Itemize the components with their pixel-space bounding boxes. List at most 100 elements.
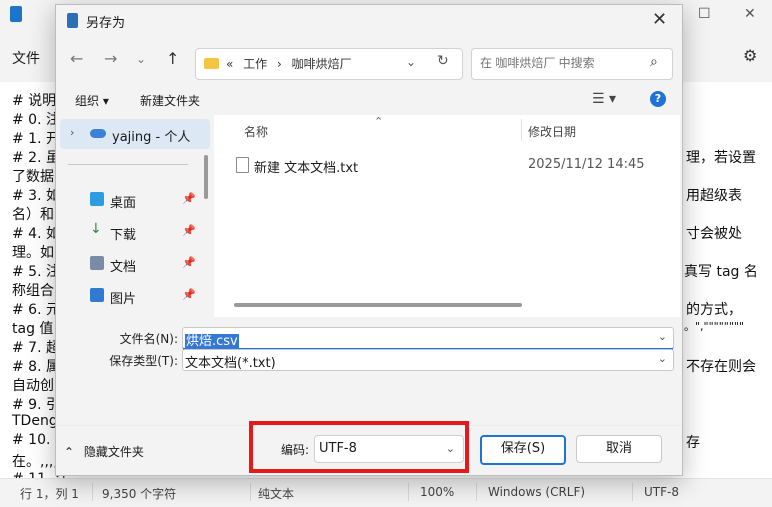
- editor-fragment: 不存在则会: [686, 359, 756, 375]
- breadcrumb-work[interactable]: 工作: [243, 57, 267, 71]
- breadcrumb-separator: ›: [277, 57, 282, 71]
- download-icon: ↓: [90, 221, 102, 237]
- breadcrumb-overflow[interactable]: «: [226, 57, 233, 71]
- editor-line: 名）和: [12, 207, 54, 223]
- expand-chevron-icon[interactable]: ›: [70, 126, 74, 139]
- nav-item-label: 桌面: [110, 196, 137, 211]
- back-arrow-icon[interactable]: ←: [70, 49, 83, 68]
- editor-line: 称组合: [12, 283, 54, 299]
- editor-fragment: 寸会被处: [686, 226, 742, 242]
- collapse-chevron-icon: ⌃: [64, 445, 75, 459]
- status-char-count: 9,350 个字符: [102, 487, 177, 501]
- column-header-name[interactable]: 名称: [244, 123, 268, 140]
- status-position: 行 1，列 1: [20, 487, 79, 501]
- settings-gear-icon[interactable]: ⚙: [743, 46, 757, 65]
- filename-label: 文件名(N):: [119, 332, 178, 346]
- status-line-ending: Windows (CRLF): [488, 485, 586, 499]
- column-header-date[interactable]: 修改日期: [528, 123, 576, 140]
- file-row[interactable]: 新建 文本文档.txt 2025/11/12 14:45: [228, 153, 668, 177]
- document-icon: [90, 256, 104, 270]
- filetype-select[interactable]: 文本文档(*.txt) ⌄: [182, 349, 674, 371]
- text-file-icon: [236, 157, 249, 173]
- notepad-small-icon: [67, 13, 78, 28]
- editor-line: # 3. 如: [12, 188, 60, 204]
- nav-divider: [68, 164, 188, 165]
- filename-value: 烘焙.csv: [185, 334, 239, 349]
- nav-item-label: yajing - 个人: [112, 130, 191, 145]
- editor-line: 理。如: [12, 245, 54, 261]
- folder-icon: [204, 58, 219, 69]
- new-folder-button[interactable]: 新建文件夹: [140, 92, 200, 109]
- breadcrumb-coffee-roastery[interactable]: 咖啡烘焙厂: [292, 57, 352, 71]
- editor-line: # 5. 注: [12, 264, 60, 280]
- pin-icon: 📌: [182, 224, 196, 237]
- editor-line: # 说明: [12, 93, 57, 109]
- up-arrow-icon[interactable]: ↑: [166, 49, 179, 68]
- nav-item-documents[interactable]: 文档 📌: [60, 251, 210, 277]
- organize-button[interactable]: 组织 ▾: [75, 92, 109, 109]
- status-zoom: 100%: [420, 485, 455, 499]
- dialog-toolbar: 组织 ▾ 新建文件夹 ☰ ▾ ?: [56, 85, 682, 115]
- file-date: 2025/11/12 14:45: [528, 157, 645, 172]
- maximize-icon[interactable]: ☐: [698, 6, 711, 22]
- search-input[interactable]: [478, 55, 642, 71]
- forward-arrow-icon[interactable]: →: [104, 49, 117, 68]
- editor-line: 了数据: [12, 169, 54, 185]
- dialog-titlebar: 另存为 ✕: [56, 5, 682, 37]
- editor-line: # 2. 虽: [12, 150, 60, 166]
- editor-line: # 1. 开: [12, 131, 60, 147]
- view-options-icon[interactable]: ☰ ▾: [592, 91, 616, 107]
- hide-folders-toggle[interactable]: ⌃ 隐藏文件夹: [64, 443, 144, 460]
- save-as-dialog: 另存为 ✕ ← → ⌄ ↑ « 工作 › 咖啡烘焙厂 ⌄ ↻ ⌕ 组织 ▾ 新建…: [55, 4, 683, 476]
- editor-line: # 8. 属: [12, 359, 60, 375]
- nav-item-pictures[interactable]: 图片 📌: [60, 283, 210, 309]
- editor-fragment: 的方式，: [686, 302, 742, 318]
- filetype-label: 保存类型(T):: [109, 354, 178, 368]
- help-icon[interactable]: ?: [650, 91, 666, 107]
- navigation-bar: ← → ⌄ ↑ « 工作 › 咖啡烘焙厂 ⌄ ↻ ⌕: [56, 37, 682, 83]
- pin-icon: 📌: [182, 192, 196, 205]
- close-dialog-icon[interactable]: ✕: [652, 9, 667, 30]
- editor-line: # 4. 如: [12, 226, 60, 242]
- file-list: ⌃ 名称 修改日期 新建 文本文档.txt 2025/11/12 14:45: [214, 115, 680, 317]
- nav-item-onedrive[interactable]: › yajing - 个人: [60, 119, 210, 149]
- menu-file[interactable]: 文件: [12, 48, 40, 68]
- desktop-icon: [90, 192, 104, 206]
- editor-fragment: 存: [686, 435, 700, 451]
- search-box[interactable]: ⌕: [471, 48, 673, 80]
- pin-icon: 📌: [182, 256, 196, 269]
- horizontal-scrollbar[interactable]: [234, 303, 522, 307]
- status-format: 纯文本: [258, 487, 295, 501]
- close-window-icon[interactable]: ✕: [744, 6, 756, 22]
- nav-item-label: 图片: [110, 292, 137, 307]
- column-divider[interactable]: [521, 119, 522, 141]
- address-history-chevron-icon[interactable]: ⌄: [406, 55, 416, 69]
- status-encoding: UTF-8: [644, 485, 679, 499]
- filename-dropdown-icon[interactable]: ⌄: [658, 330, 667, 343]
- editor-line: # 9. 引: [12, 397, 60, 413]
- editor-fragment: 。","""""""": [684, 320, 745, 333]
- editor-line: TDeng: [12, 413, 58, 429]
- address-bar[interactable]: « 工作 › 咖啡烘焙厂 ⌄ ↻: [195, 48, 463, 80]
- encoding-highlight-box: [249, 421, 469, 473]
- filename-input[interactable]: 烘焙.csv ⌄: [182, 327, 674, 350]
- refresh-icon[interactable]: ↻: [437, 53, 449, 69]
- editor-line: # 0. 注: [12, 112, 60, 128]
- save-button[interactable]: 保存(S): [480, 435, 566, 465]
- nav-item-desktop[interactable]: 桌面 📌: [60, 187, 210, 213]
- dialog-title: 另存为: [86, 16, 126, 31]
- status-bar: 行 1，列 1 9,350 个字符 纯文本 100% Windows (CRLF…: [0, 478, 772, 507]
- cancel-button[interactable]: 取消: [576, 435, 662, 463]
- nav-scrollbar[interactable]: [204, 155, 208, 199]
- sort-arrow-icon: ⌃: [374, 115, 384, 128]
- filetype-dropdown-icon[interactable]: ⌄: [658, 352, 667, 365]
- nav-item-downloads[interactable]: ↓ 下载 📌: [60, 219, 210, 245]
- file-name: 新建 文本文档.txt: [254, 161, 359, 176]
- editor-fragment: 真写 tag 名: [684, 264, 758, 280]
- pictures-icon: [90, 288, 104, 302]
- search-icon[interactable]: ⌕: [650, 54, 658, 70]
- pin-icon: 📌: [182, 288, 196, 301]
- editor-line: 自动创: [12, 378, 54, 394]
- hide-folders-label: 隐藏文件夹: [83, 445, 144, 459]
- recent-chevron-icon[interactable]: ⌄: [136, 52, 146, 66]
